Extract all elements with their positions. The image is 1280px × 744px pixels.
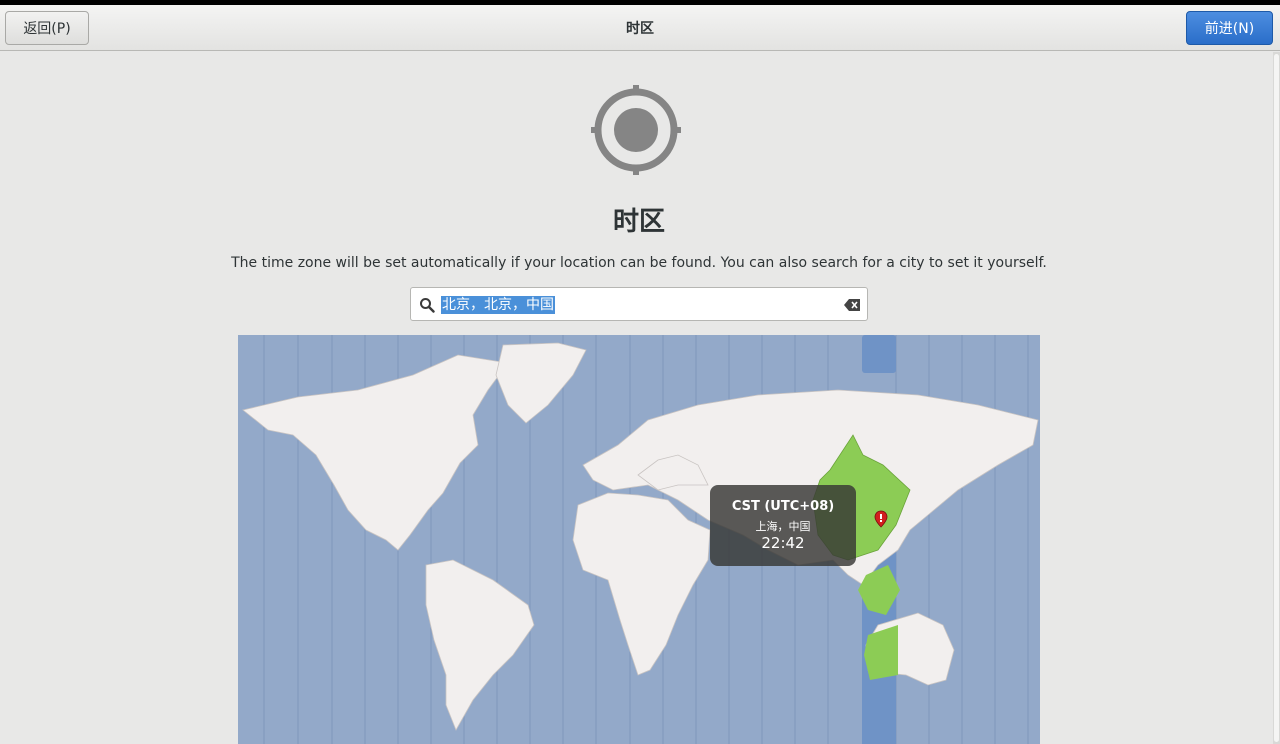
world-map[interactable]	[238, 335, 1040, 744]
clear-icon[interactable]	[843, 297, 861, 313]
scrollbar[interactable]	[1273, 52, 1280, 744]
selected-timezone-band-top	[862, 335, 896, 373]
tooltip-zone: CST (UTC+08)	[731, 499, 835, 514]
scrollbar-thumb[interactable]	[1274, 54, 1279, 742]
location-crosshair-icon	[591, 85, 681, 175]
search-input[interactable]: 北京，北京，中国	[410, 287, 868, 321]
search-value[interactable]: 北京，北京，中国	[441, 296, 555, 314]
map-pin-icon[interactable]	[874, 510, 888, 528]
tooltip-city: 上海，中国	[755, 520, 811, 533]
timezone-tooltip: CST (UTC+08) 上海，中国 22:42	[710, 485, 856, 566]
tooltip-time: 22:42	[761, 534, 805, 552]
header-bar: 返回(P) 时区 前进(N)	[0, 5, 1280, 51]
next-button[interactable]: 前进(N)	[1186, 11, 1273, 45]
header-title: 时区	[626, 21, 654, 37]
page-title: 时区	[612, 207, 665, 237]
description-text: The time zone will be set automatically …	[231, 255, 1047, 271]
timezone-window: 返回(P) 时区 前进(N) 时区 The time zone will be …	[0, 5, 1280, 744]
search-icon	[420, 298, 435, 313]
